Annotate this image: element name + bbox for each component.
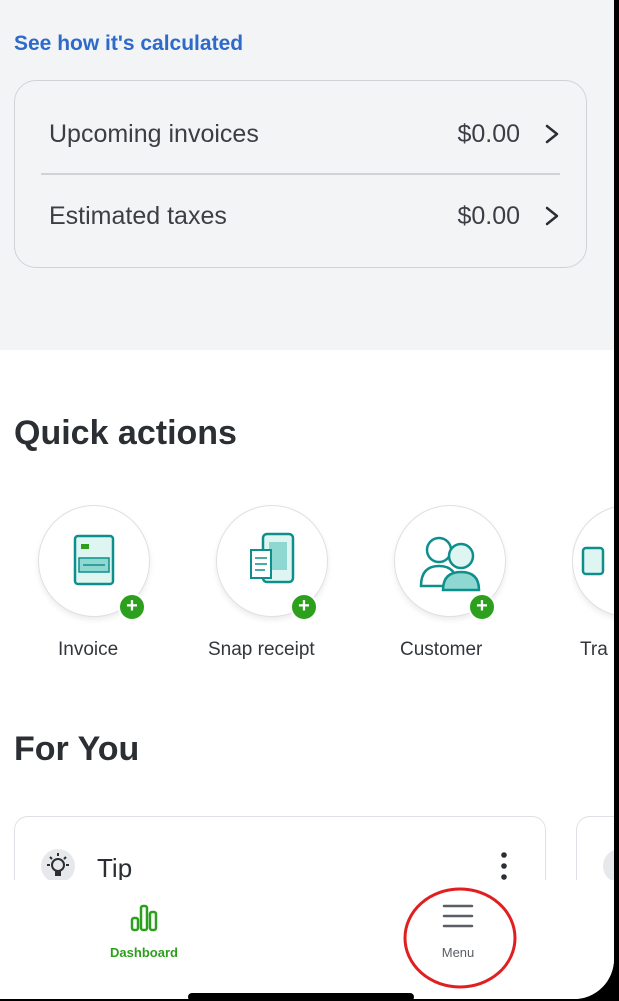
home-indicator	[188, 993, 414, 1001]
row-amount: $0.00	[457, 119, 520, 148]
see-how-calculated-link[interactable]: See how it's calculated	[14, 32, 243, 56]
row-label: Upcoming invoices	[49, 119, 259, 148]
for-you-title: For You	[14, 730, 140, 768]
chevron-right-icon	[545, 124, 559, 144]
row-amount: $0.00	[457, 201, 520, 230]
highlight-circle-annotation	[403, 887, 517, 989]
more-options-icon[interactable]	[501, 851, 507, 881]
quick-action-circle[interactable]	[572, 505, 614, 617]
dashboard-icon	[130, 904, 158, 932]
summary-section: See how it's calculated Upcoming invoice…	[0, 0, 614, 350]
row-label: Estimated taxes	[49, 201, 227, 230]
app-screen: See how it's calculated Upcoming invoice…	[0, 0, 614, 999]
upcoming-invoices-row[interactable]: Upcoming invoices $0.00	[49, 114, 560, 154]
card-icon	[603, 849, 614, 883]
plus-icon: +	[468, 593, 496, 621]
quick-action-label: Tra	[580, 639, 608, 660]
tab-label: Dashboard	[110, 945, 178, 960]
plus-icon: +	[118, 593, 146, 621]
tab-dashboard[interactable]: Dashboard	[64, 880, 224, 960]
estimated-taxes-row[interactable]: Estimated taxes $0.00	[49, 196, 560, 236]
lightbulb-icon	[41, 849, 75, 883]
quick-action-transaction[interactable]: Tra	[572, 505, 614, 675]
quick-action-label: Invoice	[58, 639, 119, 660]
quick-action-label: Customer	[400, 639, 483, 660]
quick-action-label: Snap receipt	[208, 639, 315, 660]
summary-card: Upcoming invoices $0.00 Estimated taxes …	[14, 80, 587, 268]
plus-icon: +	[290, 593, 318, 621]
transaction-icon	[581, 546, 605, 576]
divider	[41, 173, 560, 175]
quick-actions-title: Quick actions	[14, 414, 237, 452]
bottom-tab-bar: Dashboard Menu	[0, 880, 614, 999]
chevron-right-icon	[545, 206, 559, 226]
